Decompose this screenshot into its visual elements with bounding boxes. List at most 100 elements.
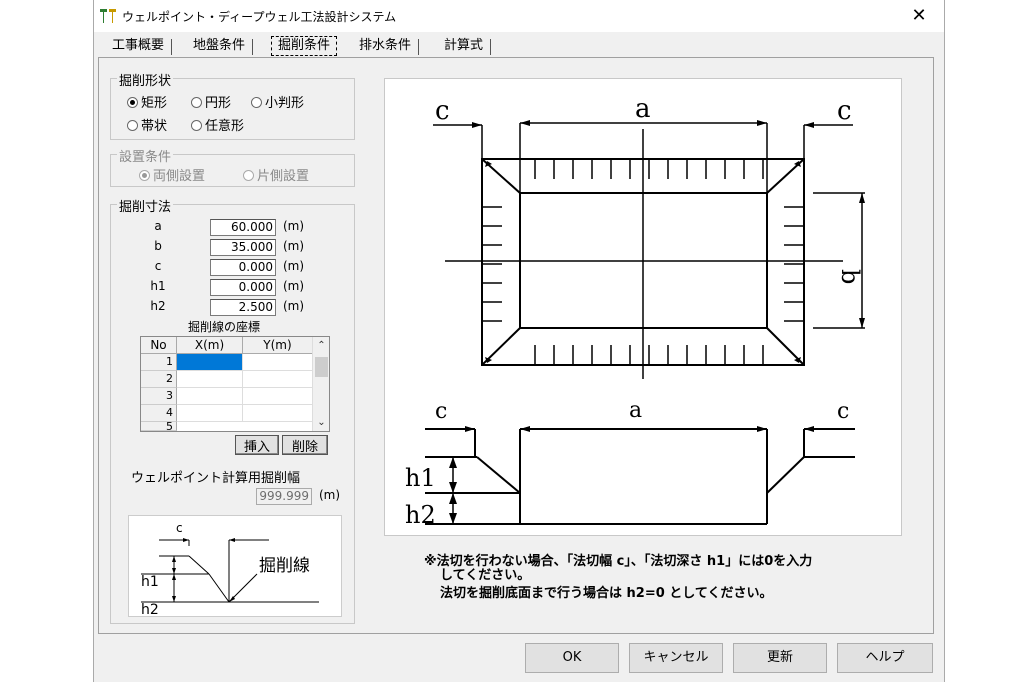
radio-indicator [191, 97, 202, 108]
radio-rectangle[interactable]: 矩形 [127, 92, 167, 111]
close-button[interactable]: ✕ [904, 4, 934, 28]
hint-label-h1: h1 [141, 574, 159, 590]
hint-label-c: c [176, 521, 183, 535]
note-line-2: してください。 [440, 568, 531, 583]
radio-label: 円形 [205, 96, 232, 111]
section-label-h2: h2 [405, 501, 436, 529]
tab-panel: 掘削形状 矩形 円形 小判形 帯状 任意形 設置条件 両側設置 片側設置 掘削寸… [98, 57, 934, 634]
note-line-3: 法切を掘削底面まで行う場合は h2=0 としてください。 [440, 586, 773, 601]
grid-cell-y[interactable] [243, 371, 313, 388]
radio-indicator [127, 97, 138, 108]
unit-b: (m) [283, 239, 305, 253]
tab-ground-conditions[interactable]: 地盤条件 [187, 34, 254, 58]
section-label-c-left: c [435, 399, 447, 424]
grid-scrollbar[interactable]: ⌃ ⌄ [312, 337, 329, 431]
hint-label-h2: h2 [141, 602, 159, 618]
scroll-up-icon[interactable]: ⌃ [313, 337, 330, 354]
grid-row-number: 5 [141, 422, 177, 431]
coords-title: 掘削線の座標 [188, 320, 261, 334]
dialog-window: ウェルポイント・ディープウェル工法設計システム ✕ 工事概要 地盤条件 掘削条件… [93, 0, 945, 682]
tab-drainage-conditions[interactable]: 排水条件 [353, 34, 420, 58]
radio-indicator [139, 170, 150, 181]
section-hint-diagram: c 掘削線 h1 h2 [128, 515, 342, 618]
radio-strip[interactable]: 帯状 [127, 115, 167, 134]
input-c[interactable]: 0.000 [210, 259, 276, 276]
radio-indicator [251, 97, 262, 108]
dimensions-group-legend: 掘削寸法 [117, 196, 174, 215]
radio-indicator [127, 120, 138, 131]
radio-one-side: 片側設置 [243, 165, 309, 184]
ok-button[interactable]: OK [525, 643, 619, 673]
coords-grid[interactable]: No X(m) Y(m) 1 2 3 4 5 ⌃ ⌄ [140, 336, 330, 432]
grid-row-number: 3 [141, 388, 177, 405]
radio-oval[interactable]: 小判形 [251, 92, 304, 111]
radio-label: 矩形 [141, 96, 168, 111]
input-h2[interactable]: 2.500 [210, 299, 276, 316]
tab-construction-overview[interactable]: 工事概要 [106, 34, 173, 58]
update-button[interactable]: 更新 [733, 643, 827, 673]
radio-indicator [243, 170, 254, 181]
section-hint-svg: c 掘削線 h1 h2 [141, 521, 319, 618]
grid-cell-y[interactable] [243, 405, 313, 422]
section-label-a: a [629, 398, 642, 423]
grid-cell-x[interactable] [177, 371, 243, 388]
plan-label-b: b [836, 269, 864, 284]
plan-label-c-left: c [435, 96, 450, 126]
excavation-drawing-svg: c a c b c a c h1 h2 [405, 94, 865, 529]
input-a[interactable]: 60.000 [210, 219, 276, 236]
radio-label: 両側設置 [153, 169, 206, 184]
unit-c: (m) [283, 259, 305, 273]
excavation-drawing: c a c b c a c h1 h2 [384, 78, 902, 536]
radio-both-sides: 両側設置 [139, 165, 205, 184]
plan-label-c-right: c [837, 96, 852, 126]
width-unit: (m) [319, 488, 341, 502]
delete-button[interactable]: 削除 [282, 435, 328, 455]
grid-cell-x[interactable] [177, 388, 243, 405]
dim-label-h2: h2 [150, 299, 166, 313]
radio-label: 任意形 [205, 119, 245, 134]
dim-label-h1: h1 [150, 279, 166, 293]
grid-row-number: 4 [141, 405, 177, 422]
insert-button[interactable]: 挿入 [235, 435, 279, 455]
grid-cell-x[interactable] [177, 354, 243, 371]
shape-group: 掘削形状 矩形 円形 小判形 帯状 任意形 [110, 70, 355, 140]
section-label-c-right: c [837, 399, 849, 424]
grid-header-y: Y(m) [243, 337, 313, 354]
grid-cell-y[interactable] [243, 354, 313, 371]
dim-label-a: a [154, 219, 162, 233]
hint-label-excavation-line: 掘削線 [259, 556, 310, 576]
unit-h2: (m) [283, 299, 305, 313]
grid-header-no: No [141, 337, 177, 354]
input-h1[interactable]: 0.000 [210, 279, 276, 296]
section-label-h1: h1 [405, 464, 436, 492]
window-title: ウェルポイント・ディープウェル工法設計システム [122, 10, 397, 24]
radio-label: 帯状 [141, 119, 168, 134]
grid-cell-y[interactable] [243, 388, 313, 405]
shape-group-legend: 掘削形状 [117, 70, 174, 89]
radio-circle[interactable]: 円形 [191, 92, 231, 111]
width-field: 999.999 [256, 488, 312, 505]
app-icon [100, 9, 116, 23]
title-bar: ウェルポイント・ディープウェル工法設計システム ✕ [94, 0, 944, 32]
radio-label: 小判形 [265, 96, 305, 111]
radio-arbitrary[interactable]: 任意形 [191, 115, 244, 134]
input-b[interactable]: 35.000 [210, 239, 276, 256]
plan-label-a: a [635, 94, 651, 124]
help-button[interactable]: ヘルプ [837, 643, 933, 673]
radio-indicator [191, 120, 202, 131]
scroll-down-icon[interactable]: ⌄ [313, 414, 330, 431]
cancel-button[interactable]: キャンセル [629, 643, 723, 673]
radio-label: 片側設置 [257, 169, 310, 184]
install-group: 設置条件 両側設置 片側設置 [110, 146, 355, 187]
tab-formulas[interactable]: 計算式 [438, 34, 492, 58]
dim-label-b: b [154, 239, 162, 253]
grid-row-number: 2 [141, 371, 177, 388]
grid-row-number: 1 [141, 354, 177, 371]
install-group-legend: 設置条件 [117, 146, 174, 165]
unit-a: (m) [283, 219, 305, 233]
width-label: ウェルポイント計算用掘削幅 [131, 471, 301, 486]
dimensions-group: 掘削寸法 a 60.000 (m) b 35.000 (m) c 0.000 (… [110, 196, 355, 624]
scroll-thumb[interactable] [315, 357, 328, 377]
tab-excavation-conditions[interactable]: 掘削条件 [271, 36, 338, 56]
grid-cell-x[interactable] [177, 405, 243, 422]
